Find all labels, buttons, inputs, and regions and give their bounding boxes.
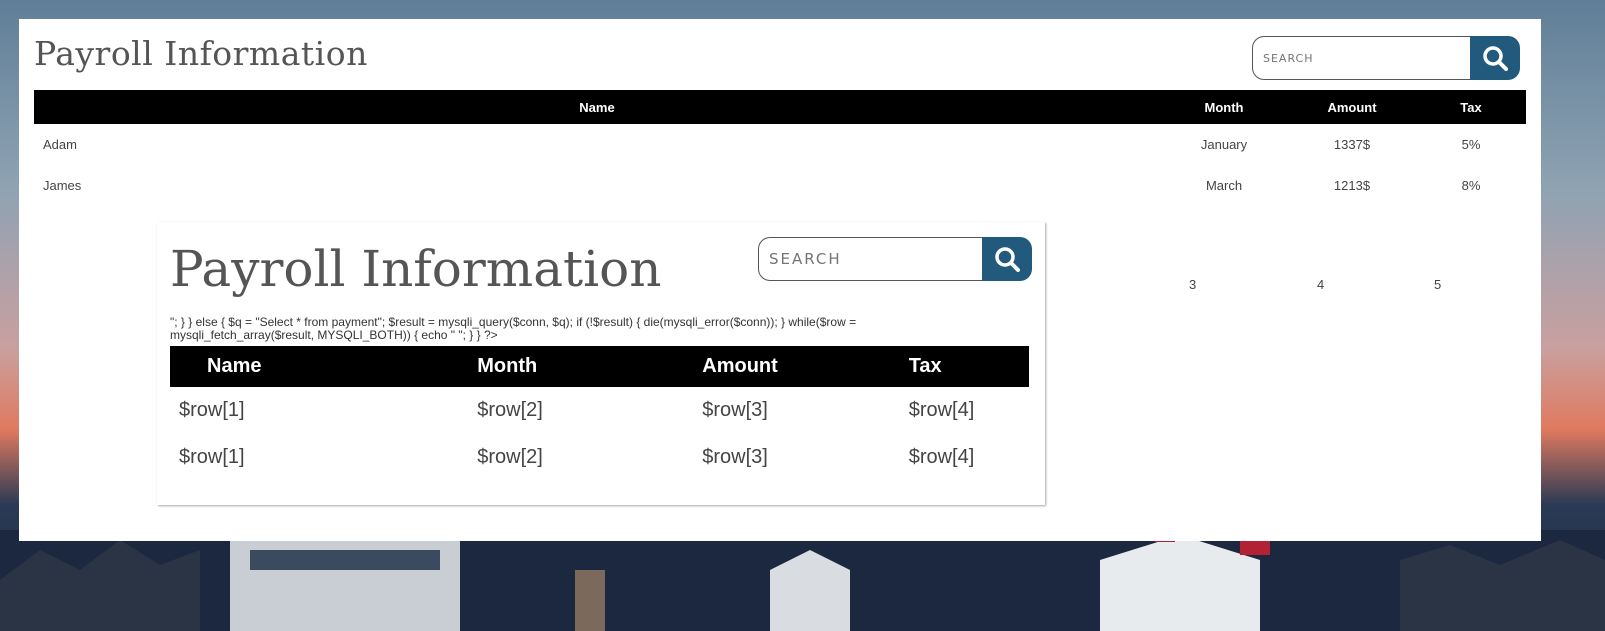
embedded-payroll-panel: Payroll Information "; } } else { $q = "… [157, 222, 1045, 505]
embedded-search-bar [758, 237, 1032, 281]
column-header-name: Name [170, 346, 478, 387]
table-header-row: Name Month Amount Tax [170, 346, 1029, 387]
search-icon [1483, 46, 1508, 71]
cell-name: $row[1] [179, 399, 245, 421]
cell-tax: 5% [1461, 137, 1481, 152]
embedded-page-title: Payroll Information [170, 240, 662, 298]
column-header-tax: Tax [1416, 90, 1526, 124]
column-header-amount: Amount [702, 346, 909, 387]
search-icon [995, 247, 1020, 272]
cell-tax: 8% [1461, 178, 1481, 193]
search-bar [1252, 36, 1520, 80]
search-input[interactable] [1252, 36, 1470, 80]
cell-amount: $row[3] [702, 446, 768, 468]
extra-cell-month: 3 [1189, 277, 1197, 292]
cell-name: $row[1] [179, 446, 245, 468]
embedded-search-button[interactable] [982, 237, 1032, 281]
payroll-panel: Payroll Information Name Month Amount Ta… [19, 19, 1541, 541]
cell-tax: $row[4] [908, 446, 975, 468]
cell-month: $row[2] [477, 446, 543, 468]
page-title: Payroll Information [34, 34, 368, 73]
column-header-tax: Tax [908, 346, 1029, 387]
embedded-payroll-table: Name Month Amount Tax $row[1] $row[2] $r… [170, 346, 1029, 481]
leaked-php-code: "; } } else { $q = "Select * from paymen… [170, 316, 857, 342]
extra-cell-tax: 5 [1434, 277, 1442, 292]
table-row: $row[1] $row[2] $row[3] $row[4] [170, 387, 1029, 434]
cell-month: January [1200, 137, 1248, 152]
embedded-search-input[interactable] [758, 237, 982, 281]
table-row: Adam January 1337$ 5% [34, 124, 1526, 165]
table-row: James March 1213$ 8% [34, 165, 1526, 206]
column-header-month: Month [1160, 90, 1288, 124]
cell-name: Adam [43, 137, 77, 152]
column-header-name: Name [34, 90, 1160, 124]
column-header-amount: Amount [1288, 90, 1416, 124]
column-header-month: Month [477, 346, 703, 387]
cell-month: $row[2] [477, 399, 543, 421]
payroll-table: Name Month Amount Tax Adam January 1337$… [34, 90, 1526, 206]
cell-month: March [1205, 178, 1243, 193]
cell-tax: $row[4] [908, 399, 975, 421]
background-scenery [0, 530, 1605, 631]
cell-name: James [43, 178, 82, 193]
search-button[interactable] [1470, 36, 1520, 80]
table-header-row: Name Month Amount Tax [34, 90, 1526, 124]
table-row: $row[1] $row[2] $row[3] $row[4] [170, 434, 1029, 481]
extra-cell-amount: 4 [1317, 277, 1325, 292]
cell-amount: 1213$ [1333, 178, 1371, 193]
cell-amount: 1337$ [1333, 137, 1371, 152]
cell-amount: $row[3] [702, 399, 768, 421]
